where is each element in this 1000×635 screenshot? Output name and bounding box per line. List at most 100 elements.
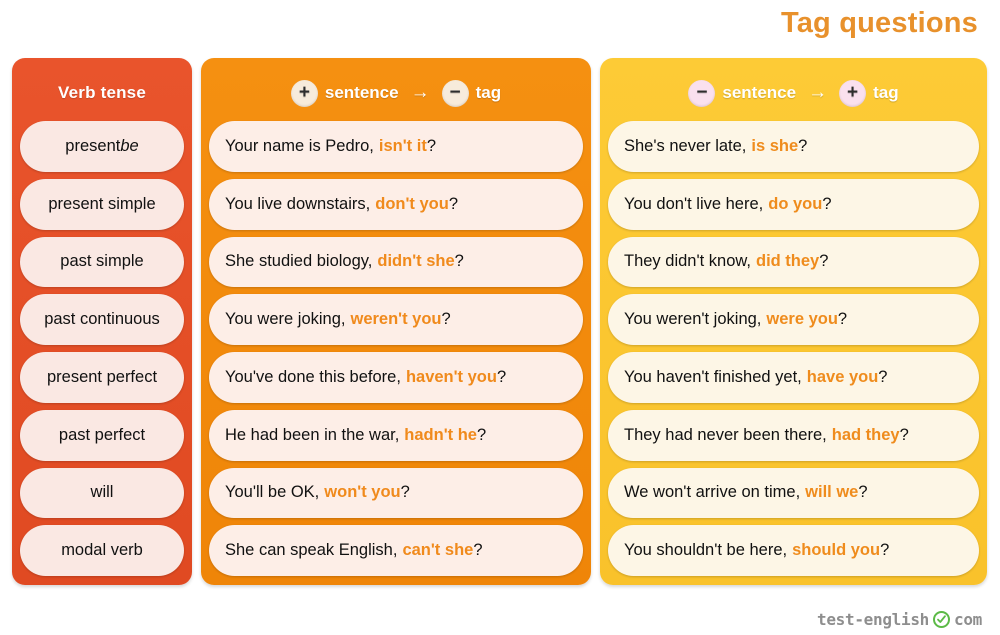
sentence-tag: haven't you bbox=[405, 367, 497, 386]
page-title: Tag questions bbox=[780, 7, 978, 39]
sentence-statement: He had been in the war, bbox=[225, 425, 400, 444]
sentence-tag: hadn't he bbox=[404, 425, 477, 444]
sentence-question-mark: ? bbox=[899, 425, 909, 444]
list-item[interactable]: past simple bbox=[20, 236, 184, 288]
list-item[interactable]: She studied biology, didn't she? bbox=[209, 236, 583, 288]
list-item[interactable]: She can speak English, can't she? bbox=[209, 525, 583, 576]
sentence-statement: She can speak English, bbox=[225, 541, 398, 560]
list-item[interactable]: You shouldn't be here, should you? bbox=[608, 525, 979, 576]
verb-tense-label: past simple bbox=[60, 252, 144, 271]
logo-text-right: com bbox=[954, 610, 982, 629]
sentence-statement: She studied biology, bbox=[225, 252, 373, 271]
list-item[interactable]: He had been in the war, hadn't he? bbox=[209, 409, 583, 461]
list-item[interactable]: They didn't know, did they? bbox=[608, 236, 979, 288]
arrow-right-icon: → bbox=[808, 82, 828, 103]
verb-tense-label: past continuous bbox=[44, 310, 160, 329]
sentence-tag: isn't it bbox=[378, 136, 427, 155]
list-item[interactable]: We won't arrive on time, will we? bbox=[608, 467, 979, 519]
sentence-statement: You shouldn't be here, bbox=[624, 541, 788, 560]
sentence-question-mark: ? bbox=[454, 252, 464, 271]
sentence-statement: You've done this before, bbox=[225, 367, 401, 386]
sentence-tag: is she bbox=[751, 136, 799, 155]
sentence-statement: She's never late, bbox=[624, 136, 747, 155]
sentence-tag: won't you bbox=[324, 483, 401, 502]
sentence-question-mark: ? bbox=[798, 136, 808, 155]
verb-tense-label-italic: be bbox=[120, 136, 139, 155]
verb-tense-label: present bbox=[65, 136, 121, 155]
page-header: Tag questions bbox=[780, 7, 978, 40]
sentence-question-mark: ? bbox=[441, 310, 451, 329]
list-item[interactable]: You don't live here, do you? bbox=[608, 178, 979, 230]
tag-questions-board: Verb tense present be present simple pas… bbox=[12, 58, 988, 585]
list-item[interactable]: present simple bbox=[20, 178, 184, 230]
check-circle-icon bbox=[933, 611, 950, 628]
positive-sentence-column: + sentence → − tag Your name is Pedro, is… bbox=[201, 58, 591, 585]
positive-header-sentence-label: sentence bbox=[324, 83, 399, 102]
plus-sign-icon: + bbox=[839, 79, 867, 107]
sentence-question-mark: ? bbox=[400, 483, 410, 502]
logo-text-left: test-english bbox=[817, 610, 929, 629]
list-item[interactable]: She's never late, is she? bbox=[608, 121, 979, 172]
sentence-tag: weren't you bbox=[350, 310, 442, 329]
sentence-tag: do you bbox=[768, 194, 823, 213]
sentence-question-mark: ? bbox=[837, 310, 848, 329]
sentence-question-mark: ? bbox=[448, 194, 458, 213]
sentence-statement: You don't live here, bbox=[624, 194, 764, 213]
sentence-statement: They didn't know, bbox=[624, 252, 751, 271]
positive-column-header: + sentence → − tag bbox=[209, 65, 583, 121]
sentence-tag: had they bbox=[831, 425, 900, 444]
list-item[interactable]: will bbox=[20, 467, 184, 519]
negative-column-header: − sentence → + tag bbox=[608, 65, 979, 121]
sentence-statement: You weren't joking, bbox=[624, 310, 762, 329]
sentence-question-mark: ? bbox=[496, 367, 507, 386]
list-item[interactable]: They had never been there, had they? bbox=[608, 409, 979, 461]
list-item[interactable]: You live downstairs, don't you? bbox=[209, 178, 583, 230]
sentence-question-mark: ? bbox=[880, 541, 890, 560]
sentence-question-mark: ? bbox=[426, 136, 437, 155]
plus-sign-icon: + bbox=[290, 79, 318, 107]
list-item[interactable]: present perfect bbox=[20, 352, 184, 403]
list-item[interactable]: present be bbox=[20, 121, 184, 172]
verb-tense-list: present be present simple past simple pa… bbox=[20, 121, 184, 576]
sentence-statement: You live downstairs, bbox=[225, 194, 371, 213]
sentence-question-mark: ? bbox=[819, 252, 829, 271]
verb-tense-label: modal verb bbox=[61, 541, 143, 560]
list-item[interactable]: You were joking, weren't you? bbox=[209, 294, 583, 345]
sentence-tag: did they bbox=[755, 252, 820, 271]
sentence-tag: can't she bbox=[402, 541, 474, 560]
minus-sign-icon: − bbox=[441, 79, 469, 107]
verb-tense-label: will bbox=[90, 483, 114, 502]
list-item[interactable]: You weren't joking, were you? bbox=[608, 294, 979, 345]
list-item[interactable]: modal verb bbox=[20, 525, 184, 576]
sentence-tag: were you bbox=[766, 310, 838, 329]
verb-tense-label: present simple bbox=[48, 194, 156, 213]
sentence-question-mark: ? bbox=[822, 194, 832, 213]
negative-sentence-list: She's never late, is she? You don't live … bbox=[608, 121, 979, 576]
site-logo[interactable]: test-english com bbox=[817, 610, 982, 629]
sentence-question-mark: ? bbox=[473, 541, 483, 560]
verb-tense-column: Verb tense present be present simple pas… bbox=[12, 58, 192, 585]
negative-header-sentence-label: sentence bbox=[722, 83, 797, 102]
sentence-statement: You were joking, bbox=[225, 310, 346, 329]
list-item[interactable]: You'll be OK, won't you? bbox=[209, 467, 583, 519]
list-item[interactable]: Your name is Pedro, isn't it? bbox=[209, 121, 583, 172]
sentence-tag: didn't she bbox=[377, 252, 455, 271]
negative-header-tag-label: tag bbox=[873, 83, 899, 102]
positive-sentence-list: Your name is Pedro, isn't it? You live do… bbox=[209, 121, 583, 576]
list-item[interactable]: You haven't finished yet, have you? bbox=[608, 352, 979, 403]
sentence-question-mark: ? bbox=[476, 425, 487, 444]
sentence-tag: will we bbox=[805, 483, 859, 502]
list-item[interactable]: past continuous bbox=[20, 294, 184, 345]
sentence-question-mark: ? bbox=[878, 367, 888, 386]
minus-sign-icon: − bbox=[688, 79, 716, 107]
arrow-right-icon: → bbox=[410, 82, 430, 103]
negative-sentence-column: − sentence → + tag She's never late, is s… bbox=[600, 58, 987, 585]
sentence-statement: You'll be OK, bbox=[225, 483, 320, 502]
list-item[interactable]: You've done this before, haven't you? bbox=[209, 352, 583, 403]
sentence-tag: have you bbox=[806, 367, 879, 386]
sentence-tag: don't you bbox=[375, 194, 449, 213]
list-item[interactable]: past perfect bbox=[20, 409, 184, 461]
verb-tense-column-header: Verb tense bbox=[20, 65, 184, 121]
verb-tense-header-label: Verb tense bbox=[58, 83, 146, 102]
verb-tense-label: present perfect bbox=[46, 367, 158, 386]
